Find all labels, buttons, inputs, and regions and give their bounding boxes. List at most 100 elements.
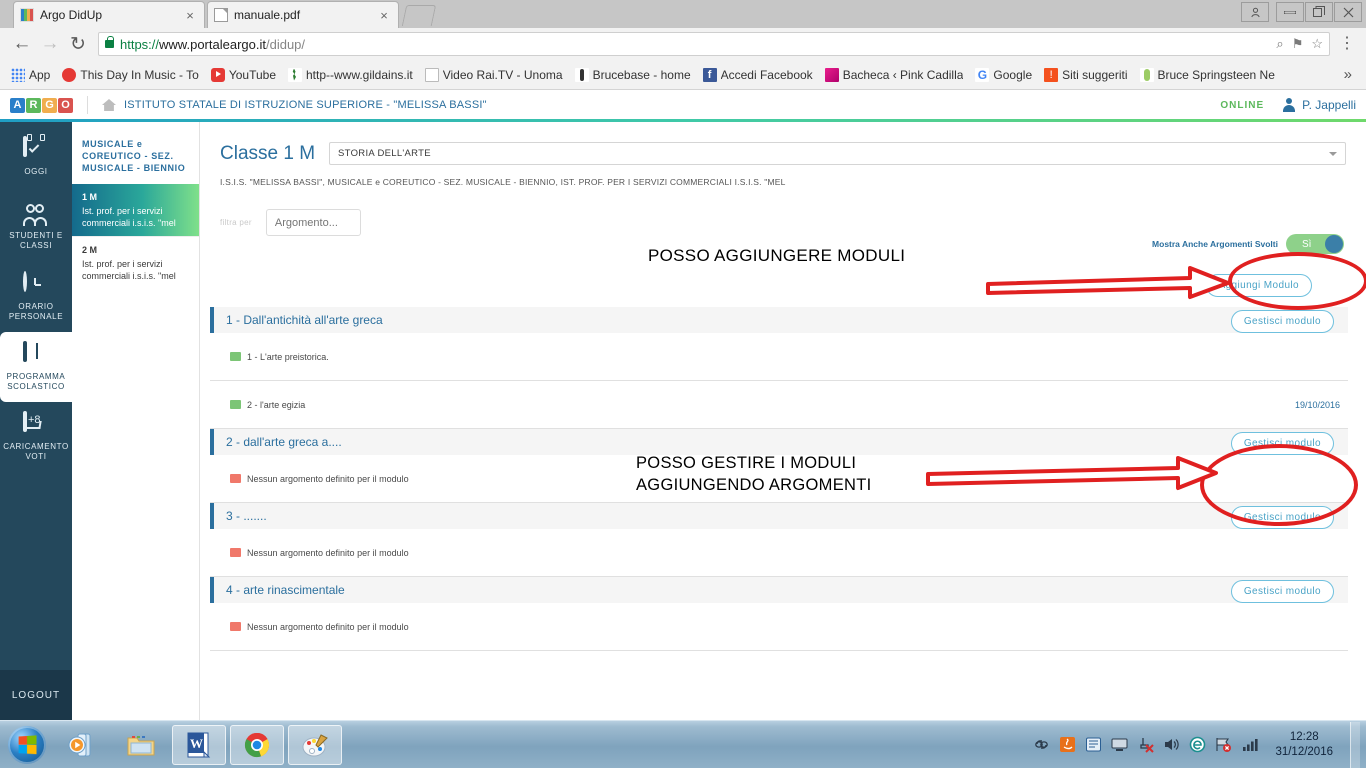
back-icon[interactable]: ← [8, 30, 36, 58]
bookmarks-bar: App This Day In Music - To YouTube http-… [0, 60, 1366, 90]
address-bar[interactable]: https://www.portaleargo.it/didup/ ⌕ ⚑ ☆ [98, 32, 1330, 56]
subject-select[interactable]: STORIA DELL'ARTE [329, 142, 1346, 165]
bookmark-pink-cadillac[interactable]: Bacheca ‹ Pink Cadilla [820, 66, 969, 84]
chrome-menu-icon[interactable]: ⋮ [1336, 36, 1358, 52]
volume-icon[interactable] [1163, 736, 1180, 753]
divider [87, 96, 88, 114]
user-menu[interactable]: P. Jappelli [1282, 98, 1356, 112]
bookmark-facebook[interactable]: f Accedi Facebook [698, 66, 818, 84]
apps-shortcut[interactable]: App [6, 66, 55, 84]
sidebar-item-oggi[interactable]: OGGI [0, 122, 72, 192]
taskbar-windows-media-player[interactable] [56, 725, 110, 765]
close-icon[interactable]: × [182, 8, 198, 23]
sidebar-item-studenti-e-classi[interactable]: STUDENTI E CLASSI [0, 192, 72, 262]
screen: Argo DidUp × manuale.pdf × ← → ↻ https:/… [0, 0, 1366, 768]
sidebar-item-orario-personale[interactable]: ORARIO PERSONALE [0, 262, 72, 332]
action-center-flag-icon[interactable] [1215, 736, 1232, 753]
bookmark-label: Brucebase - home [592, 67, 691, 82]
module-title[interactable]: 4 - arte rinascimentale [210, 577, 1348, 603]
browser-tab-argo-didup[interactable]: Argo DidUp × [14, 2, 204, 28]
class-item-2m[interactable]: 2 M Ist. prof. per i servizi commerciali… [72, 236, 199, 289]
manage-module-button[interactable]: Gestisci modulo [1230, 310, 1334, 333]
file-explorer-icon [127, 735, 155, 755]
topic-label: Nessun argomento definito per il modulo [247, 547, 409, 558]
bookmark-star-icon[interactable]: ☆ [1311, 36, 1323, 52]
topic-date: 19/10/2016 [1294, 399, 1340, 410]
taskbar-file-explorer[interactable] [114, 725, 168, 765]
sidebar-item-label: STUDENTI E CLASSI [9, 230, 63, 250]
usb-eject-icon[interactable] [1137, 736, 1155, 753]
subject-selected-value: STORIA DELL'ARTE [338, 148, 431, 159]
bookmark-label: Bacheca ‹ Pink Cadilla [842, 67, 964, 82]
class-item-1m[interactable]: 1 M Ist. prof. per i servizi commerciali… [72, 184, 199, 236]
user-profile-icon[interactable] [1241, 2, 1269, 22]
url-path: /didup/ [265, 36, 306, 52]
annotation-ellipse-add-module [1228, 252, 1366, 310]
show-desktop-button[interactable] [1350, 721, 1360, 768]
topic-status-icon [230, 474, 241, 483]
java-icon[interactable] [1059, 736, 1076, 753]
search-input[interactable] [265, 209, 361, 236]
close-window-button[interactable] [1334, 2, 1362, 22]
facebook-icon: f [702, 67, 717, 82]
app-header: A R G O ISTITUTO STATALE DI ISTRUZIONE S… [0, 91, 1366, 119]
link-icon[interactable] [1033, 736, 1050, 753]
bookmarks-overflow-icon[interactable]: » [1336, 66, 1360, 83]
taskbar-paint[interactable] [288, 724, 342, 765]
start-button[interactable] [0, 722, 54, 768]
taskbar-clock[interactable]: 12:28 31/12/2016 [1267, 730, 1341, 760]
topic-row[interactable]: 1 - L'arte preistorica. [210, 333, 1348, 381]
module-title[interactable]: 3 - ....... [210, 503, 1348, 529]
windows-start-orb-icon [8, 725, 46, 764]
topic-row[interactable]: 2 - l'arte egizia 19/10/2016 [210, 381, 1348, 429]
logo-letter-g: G [42, 97, 57, 113]
annotation-text-manage-modules: POSSO GESTIRE I MODULI AGGIUNGENDO ARGOM… [636, 454, 872, 494]
avatar [1282, 98, 1296, 112]
home-icon[interactable] [102, 99, 116, 111]
sidebar-item-label: PROGRAMMA SCOLASTICO [6, 371, 66, 391]
taskbar-microsoft-word[interactable]: W [172, 724, 226, 765]
bookmark-this-day-in-music[interactable]: This Day In Music - To [57, 66, 203, 84]
show-completed-toggle[interactable]: Sì [1286, 234, 1344, 254]
new-tab-button[interactable] [401, 5, 437, 26]
bookmark-youtube[interactable]: YouTube [206, 66, 281, 84]
manage-module-button[interactable]: Gestisci modulo [1230, 580, 1334, 603]
document-icon [424, 67, 439, 82]
argo-favicon-icon [20, 8, 34, 22]
taskbar-google-chrome[interactable] [230, 724, 284, 765]
save-page-icon[interactable]: ⚑ [1292, 36, 1304, 52]
display-icon[interactable] [1111, 736, 1128, 753]
logout-button[interactable]: LOGOUT [0, 670, 72, 720]
bookmark-video-rai-tv[interactable]: Video Rai.TV - Unoma [420, 66, 568, 84]
network-drive-icon[interactable] [1085, 736, 1102, 753]
sidebar-item-caricamento-voti[interactable]: CARICAMENTO VOTI [0, 402, 72, 472]
logo-letter-r: R [26, 97, 41, 113]
bookmark-brucebase[interactable]: Brucebase - home [570, 66, 696, 84]
person-icon [574, 67, 589, 82]
reload-icon[interactable]: ↻ [64, 30, 92, 58]
close-icon[interactable]: × [376, 8, 392, 23]
search-icon[interactable]: ⌕ [1276, 36, 1283, 52]
logo-letter-o: O [58, 97, 73, 113]
maximize-restore-button[interactable] [1305, 2, 1333, 22]
apps-grid-icon [11, 67, 25, 82]
forward-icon[interactable]: → [36, 30, 64, 58]
bookmark-gildains[interactable]: http--www.gildains.it [283, 66, 418, 84]
browser-tab-manuale-pdf[interactable]: manuale.pdf × [208, 2, 398, 28]
topic-status-icon [230, 400, 241, 409]
main-content: Classe 1 M STORIA DELL'ARTE I.S.I.S. "ME… [200, 122, 1366, 720]
bookmark-google[interactable]: G Google [970, 66, 1037, 84]
bookmark-siti-suggeriti[interactable]: ! Siti suggeriti [1039, 66, 1132, 84]
internet-explorer-icon[interactable] [1189, 736, 1206, 753]
sidebar-item-label: OGGI [24, 166, 48, 176]
module-title[interactable]: 1 - Dall'antichità all'arte greca [210, 307, 1348, 333]
school-detail-line: I.S.I.S. "MELISSA BASSI", MUSICALE e COR… [220, 177, 786, 187]
google-chrome-icon [244, 732, 270, 757]
paint-icon [302, 733, 328, 756]
bookmark-bruce-springsteen[interactable]: Bruce Springsteen Ne [1135, 66, 1280, 84]
signal-bars-icon[interactable] [1241, 736, 1259, 753]
pink-cadillac-icon [824, 67, 839, 82]
minimize-button[interactable] [1276, 2, 1304, 22]
sidebar-item-programma-scolastico[interactable]: PROGRAMMA SCOLASTICO [0, 332, 72, 402]
argo-logo: A R G O [10, 97, 73, 113]
